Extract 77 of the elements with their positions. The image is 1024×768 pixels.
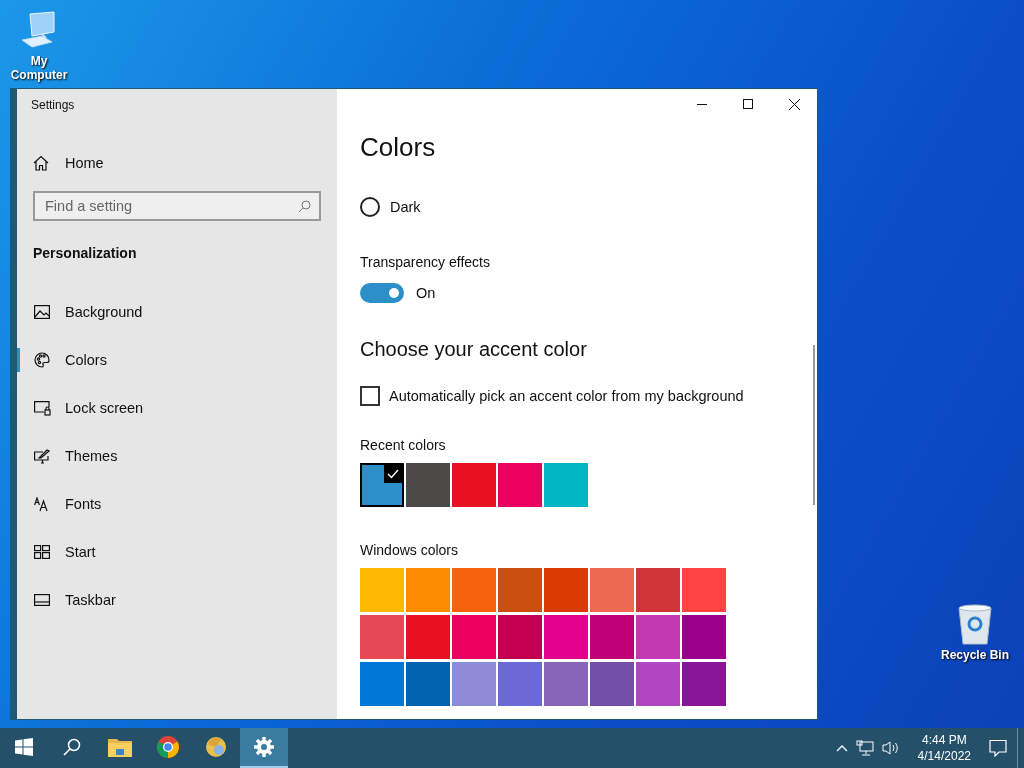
color-swatch[interactable] <box>406 463 450 507</box>
search-field[interactable]: Find a setting <box>33 191 321 221</box>
start-tiles-icon <box>34 545 50 559</box>
taskbar-button[interactable] <box>240 728 288 768</box>
color-swatch[interactable] <box>682 568 726 612</box>
toggle-switch[interactable] <box>360 283 404 303</box>
color-swatch[interactable] <box>544 463 588 507</box>
maximize-icon <box>743 99 753 109</box>
color-swatch[interactable] <box>452 615 496 659</box>
home-link[interactable]: Home <box>33 151 337 175</box>
color-swatch[interactable] <box>406 615 450 659</box>
color-swatch[interactable] <box>360 568 404 612</box>
sidebar-item[interactable]: Start <box>17 540 337 564</box>
themes-icon <box>34 448 50 464</box>
color-swatch[interactable] <box>544 662 588 706</box>
taskbar-icon <box>34 594 50 606</box>
color-swatch[interactable] <box>498 463 542 507</box>
color-swatch[interactable] <box>498 568 542 612</box>
color-swatch[interactable] <box>636 568 680 612</box>
folder-icon <box>108 737 132 757</box>
volume-icon[interactable] <box>881 740 900 756</box>
color-swatch[interactable] <box>636 615 680 659</box>
picture-icon <box>34 305 50 319</box>
color-swatch[interactable] <box>360 615 404 659</box>
desktop-icon-label[interactable]: Recycle Bin <box>940 648 1009 662</box>
color-swatch[interactable] <box>544 568 588 612</box>
network-icon[interactable] <box>855 740 874 756</box>
color-swatch[interactable] <box>406 568 450 612</box>
windows-logo-icon <box>15 738 33 756</box>
scrollbar[interactable] <box>813 345 815 505</box>
fonts-icon <box>34 496 50 512</box>
minimize-icon <box>697 103 707 105</box>
home-icon <box>33 155 49 171</box>
sidebar-item[interactable]: Background <box>17 300 337 324</box>
color-swatch[interactable] <box>682 615 726 659</box>
setting-label: Windows colors <box>360 541 459 559</box>
color-swatch[interactable] <box>498 662 542 706</box>
chevron-up-icon[interactable] <box>835 744 848 752</box>
sidebar-item[interactable]: Lock screen <box>17 396 337 420</box>
palette-icon <box>34 352 50 368</box>
color-swatch[interactable] <box>452 568 496 612</box>
window-title: Settings <box>31 97 76 113</box>
clock-date: 4/14/2022 <box>917 748 971 764</box>
notification-icon[interactable] <box>989 739 1007 757</box>
browser-icon <box>157 736 179 758</box>
color-swatch[interactable] <box>406 662 450 706</box>
color-swatch[interactable] <box>498 615 542 659</box>
setting-label: Transparency effects <box>360 253 490 271</box>
color-swatch[interactable] <box>590 615 634 659</box>
section-heading: Personalization <box>33 244 138 262</box>
checkbox-option[interactable]: Automatically pick an accent color from my background <box>360 386 744 406</box>
close-icon <box>788 98 800 110</box>
search-icon <box>298 200 311 213</box>
recycle-bin-icon <box>955 602 995 646</box>
color-swatch[interactable] <box>360 463 404 507</box>
color-swatch[interactable] <box>544 615 588 659</box>
page-heading: Colors <box>360 131 437 163</box>
clock[interactable]: 4:44 PM 4/14/2022 <box>907 732 981 764</box>
color-swatch[interactable] <box>636 662 680 706</box>
search-icon <box>63 738 81 756</box>
color-swatch[interactable] <box>452 662 496 706</box>
color-swatch[interactable] <box>590 568 634 612</box>
color-swatch[interactable] <box>360 662 404 706</box>
gear-icon <box>254 737 274 757</box>
clock-time: 4:44 PM <box>921 732 967 748</box>
setting-label: Recent colors <box>360 436 446 454</box>
sidebar-item[interactable]: Themes <box>17 444 337 468</box>
lock-screen-icon <box>33 400 51 416</box>
radio-option[interactable]: Dark <box>360 196 421 218</box>
color-swatch[interactable] <box>682 662 726 706</box>
sidebar-item[interactable]: Taskbar <box>17 588 337 612</box>
color-swatch[interactable] <box>452 463 496 507</box>
toggle-state: On <box>416 285 436 301</box>
app-orb-icon <box>205 736 227 758</box>
section-heading: Choose your accent color <box>360 337 587 362</box>
sidebar-item[interactable]: Fonts <box>17 492 337 516</box>
color-swatch[interactable] <box>590 662 634 706</box>
